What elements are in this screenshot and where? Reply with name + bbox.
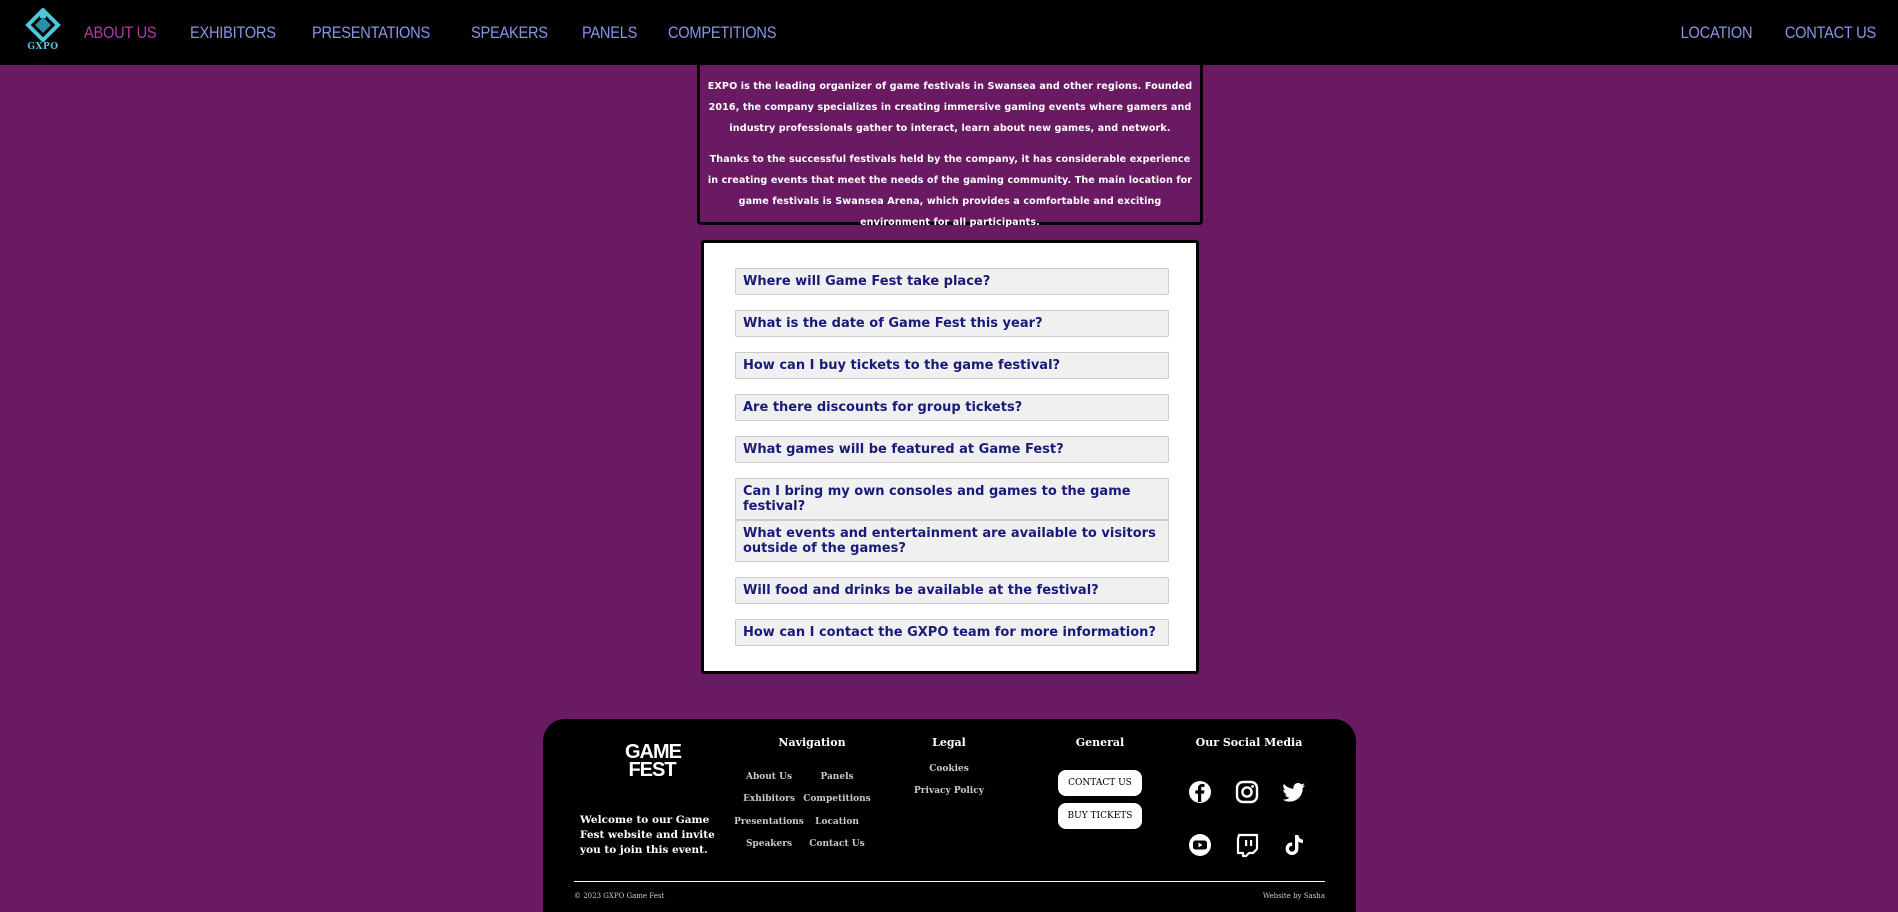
main-nav: ABOUT US EXHIBITORS PRESENTATIONS SPEAKE… [84, 0, 816, 65]
faq-question[interactable]: How can I contact the GXPO team for more… [735, 619, 1169, 646]
footer-link-competitions[interactable]: Competitions [797, 794, 877, 804]
top-navbar: GXPO ABOUT US EXHIBITORS PRESENTATIONS S… [0, 0, 1898, 65]
footer-welcome: Welcome to our Game Fest website and inv… [580, 814, 715, 856]
footer-link-cookies[interactable]: Cookies [909, 764, 989, 774]
nav-panels[interactable]: PANELS [582, 23, 637, 43]
gxpo-logo-icon [25, 7, 61, 43]
footer-contact-button[interactable]: CONTACT US [1058, 770, 1142, 796]
faq-question[interactable]: What games will be featured at Game Fest… [735, 436, 1169, 463]
gxpo-logo[interactable]: GXPO [24, 7, 62, 56]
secondary-nav: LOCATION CONTACT US [1651, 0, 1876, 65]
instagram-icon[interactable] [1234, 779, 1260, 805]
nav-about-us[interactable]: ABOUT US [84, 23, 157, 43]
footer-copyright: © 2023 GXPO Game Fest [574, 892, 665, 900]
footer-link-privacy-policy[interactable]: Privacy Policy [899, 786, 999, 796]
faq-section: Where will Game Fest take place? What is… [701, 240, 1199, 674]
about-paragraph-1: EXPO is the leading organizer of game fe… [707, 81, 1193, 134]
faq-question[interactable]: Where will Game Fest take place? [735, 268, 1169, 295]
nav-presentations[interactable]: PRESENTATIONS [312, 23, 430, 43]
about-section: EXPO is the leading organizer of game fe… [697, 63, 1203, 228]
footer-social-heading: Our Social Media [1195, 736, 1303, 749]
twitter-icon[interactable] [1281, 779, 1307, 805]
nav-location[interactable]: LOCATION [1680, 23, 1752, 43]
footer: GAME FEST Welcome to our Game Fest websi… [543, 719, 1356, 912]
faq-question[interactable]: Are there discounts for group tickets? [735, 394, 1169, 421]
faq-question[interactable]: Will food and drinks be available at the… [735, 577, 1169, 604]
faq-question[interactable]: What is the date of Game Fest this year? [735, 310, 1169, 337]
footer-buy-tickets-button[interactable]: BUY TICKETS [1058, 803, 1142, 829]
nav-contact-us[interactable]: CONTACT US [1785, 23, 1876, 43]
footer-logo[interactable]: GAME FEST [625, 742, 682, 781]
footer-nav-heading: Navigation [778, 736, 846, 749]
footer-legal-heading: Legal [932, 736, 966, 749]
faq-question[interactable]: What events and entertainment are availa… [735, 520, 1169, 562]
faq-question[interactable]: How can I buy tickets to the game festiv… [735, 352, 1169, 379]
footer-general-heading: General [1075, 736, 1125, 749]
footer-link-contact-us[interactable]: Contact Us [797, 839, 877, 849]
youtube-icon[interactable] [1187, 832, 1213, 858]
footer-link-location[interactable]: Location [797, 817, 877, 827]
twitch-icon[interactable] [1234, 832, 1260, 858]
logo-text: GXPO [27, 42, 59, 52]
nav-speakers[interactable]: SPEAKERS [471, 23, 548, 43]
nav-exhibitors[interactable]: EXHIBITORS [190, 23, 276, 43]
footer-credit: Website by Sasha [1262, 892, 1325, 900]
footer-divider [574, 881, 1325, 882]
facebook-icon[interactable] [1187, 779, 1213, 805]
about-paragraph-2: Thanks to the successful festivals held … [707, 154, 1193, 228]
faq-question[interactable]: Can I bring my own consoles and games to… [735, 478, 1169, 520]
footer-link-panels[interactable]: Panels [797, 772, 877, 782]
footer-logo-line-2: FEST [628, 759, 676, 781]
nav-competitions[interactable]: COMPETITIONS [668, 23, 776, 43]
tiktok-icon[interactable] [1281, 832, 1307, 858]
